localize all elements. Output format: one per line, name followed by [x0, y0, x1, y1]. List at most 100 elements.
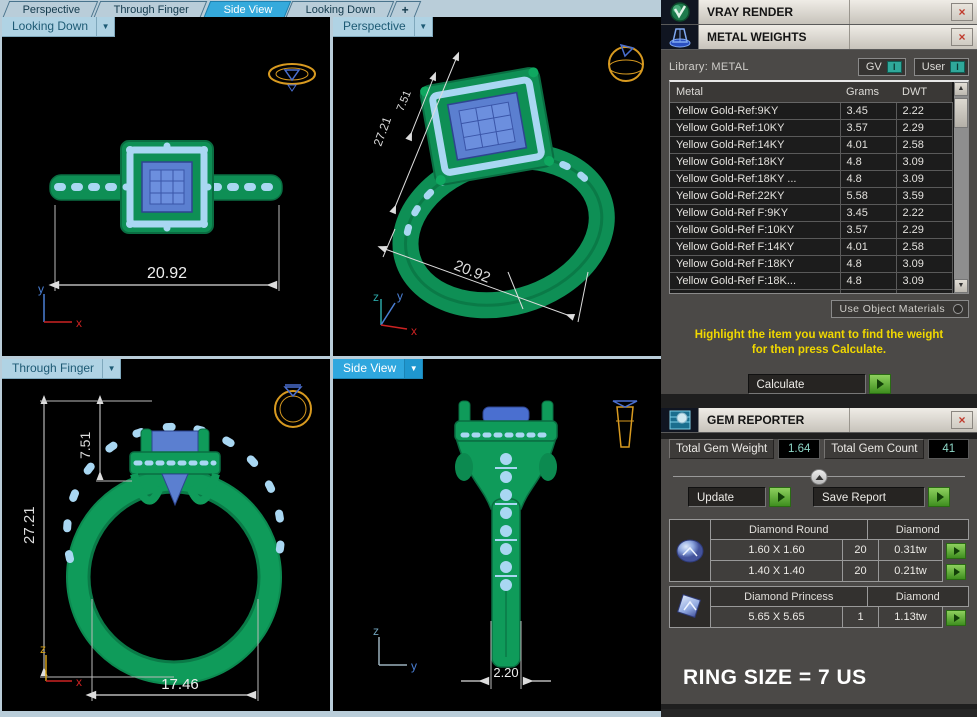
col-grams: Grams: [840, 82, 896, 102]
tab-perspective[interactable]: Perspective: [3, 1, 99, 17]
princess-gem-icon: [669, 586, 711, 628]
svg-text:7.51: 7.51: [395, 89, 414, 113]
save-report-control: Save Report: [813, 487, 950, 507]
calculate-instruction: Highlight the item you want to find the …: [669, 328, 969, 358]
table-row[interactable]: Yellow Gold-Ref F:22KY5.583.59: [670, 289, 952, 294]
plus-icon: +: [402, 3, 409, 17]
library-label: Library: METAL: [669, 61, 749, 73]
calculate-control: Calculate: [748, 374, 891, 394]
svg-text:x: x: [76, 675, 82, 689]
svg-text:20.92: 20.92: [147, 265, 187, 282]
svg-text:z: z: [373, 624, 379, 638]
table-row[interactable]: Yellow Gold-Ref:18KY4.83.09: [670, 153, 952, 170]
metal-weights-icon: [661, 25, 699, 49]
axis-indicator: z y x: [373, 289, 417, 338]
ring-head-front: [130, 429, 220, 505]
table-row[interactable]: Yellow Gold-Ref F:9KY3.452.22: [670, 204, 952, 221]
tab-label: Perspective: [23, 4, 80, 16]
scroll-up-icon[interactable]: ▲: [954, 82, 968, 96]
gv-toggle[interactable]: GV I: [858, 58, 906, 76]
ring-head-top: [121, 141, 213, 233]
ring-side-profile: [455, 401, 557, 667]
collapse-button[interactable]: [811, 469, 828, 485]
close-icon[interactable]: ×: [951, 411, 973, 429]
table-row[interactable]: Yellow Gold-Ref:9KY3.452.22: [670, 102, 952, 119]
gem-select-button[interactable]: [946, 610, 966, 626]
viewport-view-dropdown[interactable]: Looking Down ▼: [2, 17, 115, 37]
table-row[interactable]: Yellow Gold-Ref:14KY4.012.58: [670, 136, 952, 153]
update-go-button[interactable]: [769, 487, 791, 507]
gv-toggle-indicator: I: [887, 61, 902, 73]
table-row[interactable]: Yellow Gold-Ref F:10KY3.572.29: [670, 221, 952, 238]
gem-group-princess: Diamond Princess Diamond 5.65 X 5.65 1 1…: [669, 586, 969, 628]
viewport-view-dropdown[interactable]: Perspective ▼: [333, 17, 433, 37]
round-gem-icon: [669, 519, 711, 582]
col-metal: Metal: [670, 82, 840, 102]
viewport-perspective[interactable]: 27.21 7.51 20.92 z y: [333, 17, 662, 356]
gem-select-button[interactable]: [946, 543, 966, 559]
panel-title: GEM REPORTER: [699, 408, 849, 432]
gv-label: GV: [866, 61, 882, 73]
svg-text:27.21: 27.21: [371, 115, 395, 148]
use-object-materials-toggle[interactable]: Use Object Materials: [831, 300, 969, 318]
viewport-workspace: Perspective Through Finger Side View Loo…: [0, 0, 661, 717]
scrollbar-thumb[interactable]: [954, 98, 968, 128]
chevron-down-icon[interactable]: ▼: [102, 359, 120, 378]
gem-select-button[interactable]: [946, 564, 966, 580]
layout-tab-bar: Perspective Through Finger Side View Loo…: [0, 0, 661, 17]
close-icon[interactable]: ×: [951, 28, 973, 46]
tab-looking-down[interactable]: Looking Down: [286, 1, 394, 17]
calculate-button[interactable]: Calculate: [748, 374, 866, 394]
table-row[interactable]: Yellow Gold-Ref:22KY5.583.59: [670, 187, 952, 204]
metal-weights-header[interactable]: METAL WEIGHTS ×: [661, 25, 977, 50]
user-toggle[interactable]: User I: [914, 58, 969, 76]
update-button[interactable]: Update: [688, 487, 766, 507]
viewport-looking-down[interactable]: 20.92 y x Looking Down ▼: [2, 17, 330, 356]
add-tab-button[interactable]: +: [390, 1, 421, 17]
save-report-button[interactable]: Save Report: [813, 487, 925, 507]
viewport-grid: 20.92 y x Looking Down ▼: [0, 17, 661, 711]
chevron-down-icon[interactable]: ▼: [404, 359, 422, 378]
table-header-row: Metal Grams DWT: [670, 82, 952, 102]
gem-summary-table: Diamond Round Diamond 1.60 X 1.60 20 0.3…: [669, 519, 969, 628]
table-row[interactable]: Yellow Gold-Ref F:18K...4.83.09: [670, 272, 952, 289]
ring-perspective-drawing: 27.21 7.51 20.92 z y: [333, 17, 662, 356]
total-gem-weight-label: Total Gem Weight: [669, 439, 774, 459]
table-row[interactable]: Yellow Gold-Ref F:18KY4.83.09: [670, 255, 952, 272]
table-row[interactable]: Yellow Gold-Ref F:14KY4.012.58: [670, 238, 952, 255]
svg-text:27.21: 27.21: [21, 506, 38, 544]
ring-side-view-drawing: 2.20 z y: [333, 359, 662, 711]
vray-render-header[interactable]: VRAY RENDER ×: [661, 0, 977, 25]
svg-text:z: z: [373, 290, 379, 304]
scroll-down-icon[interactable]: ▼: [954, 279, 968, 293]
ring-front-view-drawing: 7.51 27.21 17.46: [2, 359, 330, 711]
chevron-down-icon[interactable]: ▼: [414, 17, 432, 36]
play-icon: [954, 614, 960, 622]
play-icon: [954, 547, 960, 555]
close-icon[interactable]: ×: [951, 3, 973, 21]
radio-icon[interactable]: [953, 304, 963, 314]
gem-row[interactable]: 5.65 X 5.65 1 1.13tw: [711, 607, 969, 628]
gem-row[interactable]: 1.60 X 1.60 20 0.31tw: [711, 540, 969, 561]
tab-side-view[interactable]: Side View: [203, 1, 290, 17]
viewport-through-finger[interactable]: 7.51 27.21 17.46: [2, 359, 330, 711]
table-row[interactable]: Yellow Gold-Ref:10KY3.572.29: [670, 119, 952, 136]
tab-through-finger[interactable]: Through Finger: [94, 1, 208, 17]
chevron-down-icon[interactable]: ▼: [96, 17, 114, 36]
calculate-go-button[interactable]: [869, 374, 891, 394]
gem-row[interactable]: 1.40 X 1.40 20 0.21tw: [711, 561, 969, 582]
tab-label: Looking Down: [306, 4, 376, 16]
viewport-side-view[interactable]: 2.20 z y Side View ▼: [333, 359, 662, 711]
table-row[interactable]: Yellow Gold-Ref:18KY ...4.83.09: [670, 170, 952, 187]
viewport-view-dropdown[interactable]: Through Finger ▼: [2, 359, 121, 379]
update-control: Update: [688, 487, 791, 507]
panel-title: VRAY RENDER: [699, 0, 849, 24]
gem-group-header: Diamond Princess Diamond: [711, 586, 969, 607]
tab-label: Side View: [224, 4, 273, 16]
gem-reporter-header[interactable]: GEM REPORTER ×: [661, 408, 977, 433]
chevron-up-icon: [815, 475, 823, 480]
viewport-view-dropdown[interactable]: Side View ▼: [333, 359, 423, 379]
table-scrollbar[interactable]: ▲ ▼: [954, 82, 968, 293]
save-report-go-button[interactable]: [928, 487, 950, 507]
axis-indicator: y x: [38, 282, 82, 330]
